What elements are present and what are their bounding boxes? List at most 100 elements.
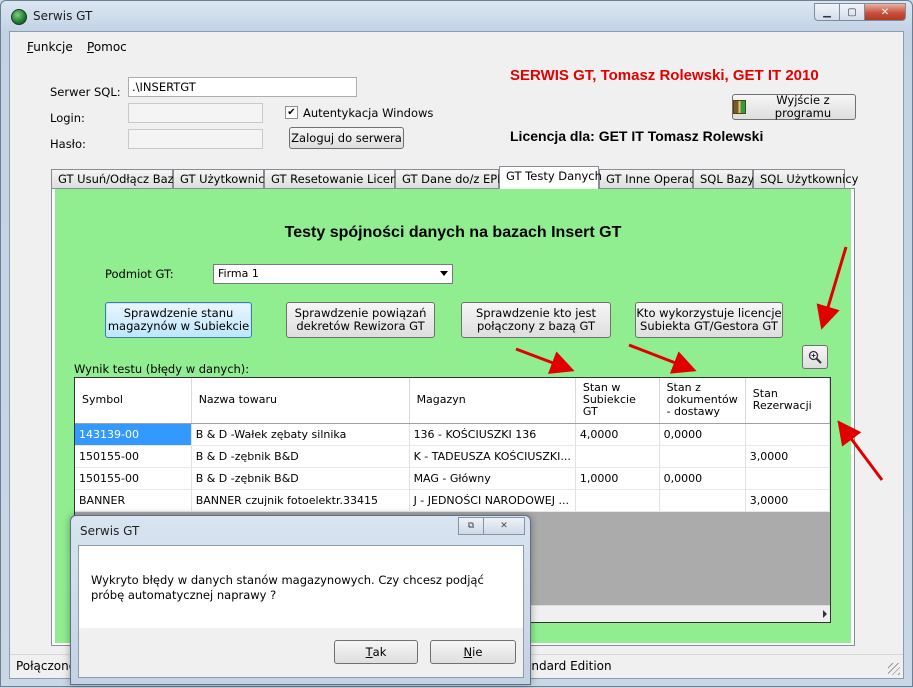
zoom-button[interactable] xyxy=(802,345,828,369)
tab-gt-usun-odlacz[interactable]: GT Usuń/Odłącz Bazy xyxy=(51,169,181,189)
menu-pomoc[interactable]: Pomoc xyxy=(87,40,127,54)
cell-stock-docs[interactable]: 0,0000 xyxy=(659,423,746,446)
menu-funkcje-label: unkcje xyxy=(33,40,73,54)
exit-button[interactable]: Wyjście z programu xyxy=(732,94,856,120)
panel-heading: Testy spójności danych na bazach Insert … xyxy=(284,224,622,241)
yes-button[interactable]: Tak xyxy=(334,640,418,664)
check-connections-button[interactable]: Sprawdzenie kto jest połączony z bazą GT xyxy=(461,302,611,338)
column-header-name[interactable]: Nazwa towaru xyxy=(191,378,410,424)
chevron-down-icon xyxy=(440,271,448,276)
column-header-symbol[interactable]: Symbol xyxy=(75,378,192,424)
column-header-stock-docs[interactable]: Stan z dokumentów - dostawy xyxy=(659,378,746,424)
tab-sql-bazy[interactable]: SQL Bazy xyxy=(693,169,754,189)
resize-grip-icon[interactable] xyxy=(888,663,900,675)
cell-warehouse[interactable]: K - TADEUSZA KOŚCIUSZKI... xyxy=(409,445,576,468)
title-bar[interactable]: Serwis GT ▁ ▢ ✕ xyxy=(1,1,912,31)
cell-warehouse[interactable]: MAG - Główny xyxy=(409,467,576,490)
window-title: Serwis GT xyxy=(33,9,93,23)
cell-reservations[interactable]: 3,0000 xyxy=(745,489,830,512)
dialog-message: Wykryto błędy w danych stanów magazynowy… xyxy=(91,573,484,602)
cell-reservations[interactable]: 3,0000 xyxy=(745,445,830,468)
cell-stock-subiekt[interactable]: 1,0000 xyxy=(575,467,660,490)
cell-stock-docs[interactable]: 0,0000 xyxy=(659,467,746,490)
tab-gt-dane-epp[interactable]: GT Dane do/z EPP xyxy=(395,169,504,189)
yes-label: ak xyxy=(372,644,387,659)
result-label: Wynik testu (błędy w danych): xyxy=(74,362,250,376)
cell-name[interactable]: BANNER czujnik fotoelektr.33415 xyxy=(191,489,410,512)
app-header-title: SERWIS GT, Tomasz Rolewski, GET IT 2010 xyxy=(510,67,819,84)
check-licenses-button[interactable]: Kto wykorzystuje licencje Subiekta GT/Ge… xyxy=(635,302,783,338)
menu-funkcje[interactable]: Funkcje xyxy=(27,40,73,54)
connect-button[interactable]: Zaloguj do serwera xyxy=(289,127,404,149)
status-edition: andard Edition xyxy=(524,659,612,673)
globe-app-icon xyxy=(11,9,27,25)
login-input[interactable] xyxy=(128,103,263,123)
cell-symbol[interactable]: BANNER xyxy=(75,489,192,512)
server-label: Serwer SQL: xyxy=(50,85,121,99)
dialog-close-button[interactable]: ✕ xyxy=(483,517,525,535)
close-icon: ✕ xyxy=(500,521,508,531)
check-decrees-button[interactable]: Sprawdzenie powiązań dekretów Rewizora G… xyxy=(286,302,435,338)
window-controls: ▁ ▢ ✕ xyxy=(814,3,906,21)
cell-stock-subiekt[interactable] xyxy=(575,489,660,512)
password-input[interactable] xyxy=(128,129,263,149)
scroll-right-icon[interactable] xyxy=(823,610,827,618)
windows-auth-checkbox[interactable]: ✔ xyxy=(285,106,298,119)
tab-sql-uzytkownicy[interactable]: SQL Użytkownicy xyxy=(753,169,859,189)
table-row[interactable]: BANNER BANNER czujnik fotoelektr.33415 J… xyxy=(75,489,830,512)
subject-select-value: Firma 1 xyxy=(218,267,259,280)
menu-pomoc-accel: P xyxy=(87,40,94,54)
results-table: Symbol Nazwa towaru Magazyn Stan w Subie… xyxy=(75,378,830,512)
table-row[interactable]: 150155-00 B & D -zębnik B&D MAG - Główny… xyxy=(75,467,830,490)
cell-reservations[interactable] xyxy=(745,467,830,490)
cell-name[interactable]: B & D -zębnik B&D xyxy=(191,467,410,490)
check-stock-button[interactable]: Sprawdzenie stanu magazynów w Subiekcie xyxy=(105,302,252,338)
dialog-controls: ⧉ ✕ xyxy=(458,517,525,535)
windows-auth-label: Autentykacja Windows xyxy=(303,106,434,120)
subject-select[interactable]: Firma 1 xyxy=(213,264,453,284)
main-window: Serwis GT ▁ ▢ ✕ Funkcje Pomoc Serwer SQL… xyxy=(0,0,913,687)
tab-gt-inne-operacje[interactable]: GT Inne Operacje xyxy=(599,169,706,189)
confirm-dialog: Serwis GT ⧉ ✕ Wykryto błędy w danych sta… xyxy=(70,515,531,685)
maximize-button[interactable]: ▢ xyxy=(839,3,865,21)
menu-bar: Funkcje Pomoc xyxy=(10,32,903,60)
cell-reservations[interactable] xyxy=(745,423,830,446)
table-header-row: Symbol Nazwa towaru Magazyn Stan w Subie… xyxy=(75,378,830,424)
cell-stock-subiekt[interactable] xyxy=(575,445,660,468)
cell-symbol[interactable]: 143139-00 xyxy=(75,423,192,446)
tab-gt-testy-danych[interactable]: GT Testy Danych xyxy=(499,166,602,189)
checkmark-icon: ✔ xyxy=(287,107,296,118)
cell-stock-subiekt[interactable]: 4,0000 xyxy=(575,423,660,446)
column-header-stock-subiekt[interactable]: Stan w Subiekcie GT xyxy=(575,378,660,424)
yes-accel: T xyxy=(365,644,373,659)
magnifier-icon xyxy=(808,350,822,364)
table-row[interactable]: 150155-00 B & D -zębnik B&D K - TADEUSZA… xyxy=(75,445,830,468)
cell-stock-docs[interactable] xyxy=(659,489,746,512)
dialog-restore-button[interactable]: ⧉ xyxy=(458,517,484,535)
close-button[interactable]: ✕ xyxy=(864,3,906,21)
subject-label: Podmiot GT: xyxy=(105,267,174,281)
minimize-button[interactable]: ▁ xyxy=(814,3,840,21)
cell-name[interactable]: B & D -zębnik B&D xyxy=(191,445,410,468)
exit-door-icon xyxy=(733,100,746,114)
table-row[interactable]: 143139-00 B & D -Wałek zębaty silnika 13… xyxy=(75,423,830,446)
server-input[interactable]: .\INSERTGT xyxy=(128,77,357,97)
cell-stock-docs[interactable] xyxy=(659,445,746,468)
password-label: Hasło: xyxy=(50,137,86,151)
login-label: Login: xyxy=(50,111,85,125)
minimize-icon: ▁ xyxy=(823,6,831,18)
tab-gt-uzytkownicy[interactable]: GT Użytkownicy xyxy=(173,169,271,189)
cell-warehouse[interactable]: J - JEDNOŚCI NARODOWEJ ... xyxy=(409,489,576,512)
maximize-icon: ▢ xyxy=(847,6,857,18)
cell-symbol[interactable]: 150155-00 xyxy=(75,467,192,490)
cell-symbol[interactable]: 150155-00 xyxy=(75,445,192,468)
menu-pomoc-label: omoc xyxy=(93,40,127,54)
tab-gt-resetowanie-licencji[interactable]: GT Resetowanie Licencji xyxy=(264,169,410,189)
column-header-warehouse[interactable]: Magazyn xyxy=(409,378,576,424)
column-header-reservations[interactable]: Stan Rezerwacji xyxy=(745,378,830,424)
dialog-message-area: Wykryto błędy w danych stanów magazynowy… xyxy=(79,546,523,628)
status-connection: Połączono xyxy=(16,659,77,673)
cell-name[interactable]: B & D -Wałek zębaty silnika xyxy=(191,423,410,446)
cell-warehouse[interactable]: 136 - KOŚCIUSZKI 136 xyxy=(409,423,576,446)
no-button[interactable]: Nie xyxy=(430,640,516,664)
